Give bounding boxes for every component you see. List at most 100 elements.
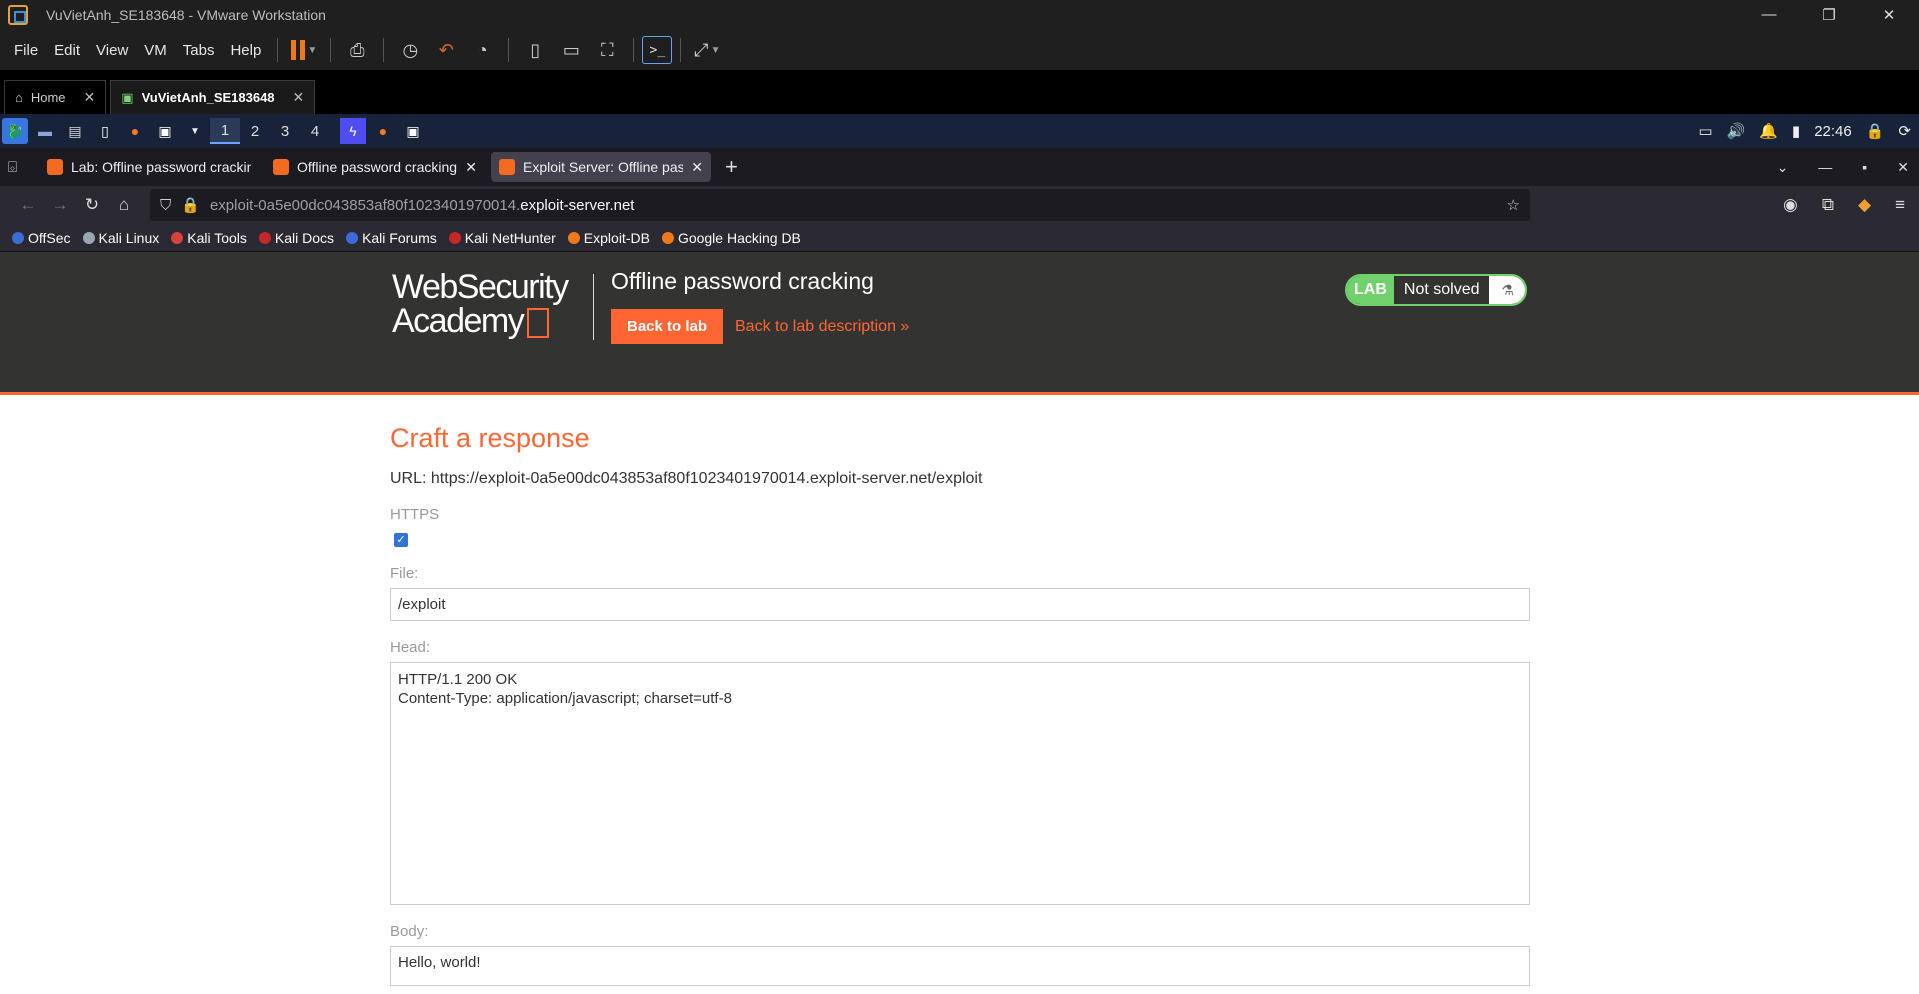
close-tab-icon[interactable]: ✕ <box>84 89 96 106</box>
browser-tab-strip: ⌺ Lab: Offline password cracking Offline… <box>0 148 1919 186</box>
browser-tab-exploit-server[interactable]: Exploit Server: Offline password crackin… <box>491 152 712 182</box>
bookmark-kali-docs[interactable]: Kali Docs <box>258 229 335 246</box>
show-desktop-icon[interactable]: ▬ <box>32 118 58 144</box>
bookmark-exploit-db[interactable]: Exploit-DB <box>567 229 650 246</box>
lab-status-text: Not solved <box>1403 281 1480 298</box>
tab-title: Lab: Offline password cracking <box>71 159 252 175</box>
menu-vm[interactable]: VM <box>136 42 175 59</box>
revert-snapshot-icon[interactable]: ↶ <box>428 35 464 65</box>
head-textarea[interactable]: HTTP/1.1 200 OK Content-Type: applicatio… <box>390 662 1530 905</box>
firefox-icon[interactable]: ● <box>122 118 148 144</box>
back-to-lab-button[interactable]: Back to lab <box>611 309 724 344</box>
reload-icon[interactable]: ↻ <box>76 195 108 215</box>
burp-suite-icon[interactable]: ϟ <box>340 118 366 144</box>
thumbnail-bar-icon[interactable]: ▭ <box>553 35 589 65</box>
exploit-db-icon <box>567 231 580 244</box>
kali-forums-icon <box>346 231 359 244</box>
snapshot-manager-icon[interactable]: ◔ <box>464 35 500 65</box>
bookmark-kali-tools[interactable]: Kali Tools <box>171 230 247 246</box>
bookmark-star-icon[interactable]: ☆ <box>1507 196 1520 214</box>
vm-tab-label: Home <box>30 90 66 105</box>
workspace-2[interactable]: 2 <box>240 123 270 140</box>
minimize-icon[interactable]: — <box>1739 6 1799 24</box>
chevron-down-icon[interactable]: ▼ <box>182 118 208 144</box>
terminal-task-icon[interactable]: ▣ <box>400 118 426 144</box>
vm-tab-machine[interactable]: ▣ VuVietAnh_SE183648 ✕ <box>110 80 316 114</box>
shield-icon[interactable]: ⛉ <box>160 197 171 214</box>
back-to-lab-description-link[interactable]: Back to lab description » <box>735 318 909 336</box>
firefox-task-icon[interactable]: ● <box>370 118 396 144</box>
send-ctrl-alt-del-icon[interactable]: ⎙ <box>339 35 375 65</box>
lock-icon[interactable]: 🔒 <box>1866 122 1885 140</box>
home-icon[interactable]: ⌂ <box>108 195 140 215</box>
menu-help[interactable]: Help <box>222 42 269 59</box>
bookmark-kali-linux[interactable]: Kali Linux <box>82 230 159 246</box>
console-view-icon[interactable]: >_ <box>642 36 673 64</box>
display-icon[interactable]: ▭ <box>1698 122 1712 140</box>
restore-icon[interactable]: ❐ <box>1799 6 1859 24</box>
body-textarea[interactable]: Hello, world! <box>390 946 1530 986</box>
account-icon[interactable]: ◉ <box>1783 195 1798 215</box>
bookmark-kali-forums[interactable]: Kali Forums <box>346 230 437 246</box>
volume-icon[interactable]: 🔊 <box>1727 122 1746 140</box>
battery-icon[interactable]: ▮ <box>1792 122 1800 140</box>
workspace-4[interactable]: 4 <box>300 123 330 140</box>
notification-bell-icon[interactable]: 🔔 <box>1759 122 1778 140</box>
kali-panel: 🐉 ▬ ▤ ▯ ● ▣ ▼ 1 2 3 4 ϟ ● ▣ ▭ 🔊 🔔 ▮ 22:4… <box>0 114 1919 148</box>
browser-tab-description[interactable]: Offline password cracking ✕ <box>265 152 485 182</box>
terminal-icon[interactable]: ▣ <box>152 118 178 144</box>
window-title: VuVietAnh_SE183648 - VMware Workstation <box>46 7 326 23</box>
snapshot-icon[interactable]: ◷ <box>392 35 428 65</box>
close-tab-icon[interactable]: ✕ <box>465 159 477 176</box>
menu-tabs[interactable]: Tabs <box>175 42 223 59</box>
bookmark-label: Kali Docs <box>274 229 335 246</box>
bookmark-kali-nethunter[interactable]: Kali NetHunter <box>448 230 556 246</box>
bookmark-google-hacking-db[interactable]: Google Hacking DB <box>661 230 801 246</box>
tab-overview-icon[interactable]: ⌺ <box>8 159 17 176</box>
minimize-icon[interactable]: — <box>1818 159 1832 176</box>
menu-view[interactable]: View <box>88 42 136 59</box>
back-icon[interactable]: ← <box>12 195 44 215</box>
list-all-tabs-icon[interactable]: ⌄ <box>1777 159 1789 176</box>
close-tab-icon[interactable]: ✕ <box>691 159 703 176</box>
portswigger-favicon-icon <box>47 159 64 175</box>
burp-extension-icon[interactable]: ◆ <box>1858 195 1871 215</box>
web-security-academy-logo[interactable]: WebSecurity Academy <box>392 270 569 340</box>
file-input[interactable]: /exploit <box>390 588 1530 621</box>
logo-line-2: Academy <box>392 302 525 340</box>
stretch-guest-icon[interactable]: ⤢ ▼ <box>689 35 725 65</box>
pause-vm-button[interactable]: ▼ <box>286 35 322 65</box>
lab-status-widget: LAB Not solved ⚗ <box>1345 274 1528 306</box>
bookmark-label: Exploit-DB <box>583 229 650 246</box>
browser-tab-lab[interactable]: Lab: Offline password cracking <box>39 152 259 182</box>
close-tab-icon[interactable]: ✕ <box>293 89 305 106</box>
close-icon[interactable]: ✕ <box>1859 6 1919 24</box>
close-icon[interactable]: ✕ <box>1897 159 1909 176</box>
menu-edit[interactable]: Edit <box>46 42 88 59</box>
url-bar[interactable]: ⛉ 🔒 exploit-0a5e00dc043853af80f102340197… <box>150 189 1530 221</box>
forward-icon[interactable]: → <box>44 195 76 215</box>
file-label: File: <box>390 565 419 582</box>
vm-tab-home[interactable]: ⌂ Home ✕ <box>4 80 107 114</box>
menu-icon[interactable]: ≡ <box>1895 195 1905 215</box>
workspace-3[interactable]: 3 <box>270 123 300 140</box>
extensions-icon[interactable]: ⧉ <box>1822 195 1834 215</box>
new-tab-icon[interactable]: + <box>725 154 738 180</box>
menu-file[interactable]: File <box>6 42 46 59</box>
toolbar-divider <box>508 38 510 62</box>
fullscreen-icon[interactable]: ⛶ <box>589 35 625 65</box>
text-editor-icon[interactable]: ▯ <box>92 118 118 144</box>
file-manager-icon[interactable]: ▤ <box>62 118 88 144</box>
exploit-form: Craft a response URL: https://exploit-0a… <box>0 423 1530 986</box>
power-icon[interactable]: ⟳ <box>1898 122 1911 140</box>
https-checkbox[interactable]: ✓ <box>394 533 408 547</box>
toolbar-divider <box>330 38 332 62</box>
clock[interactable]: 22:46 <box>1814 123 1852 140</box>
lightning-bolt-icon <box>527 308 550 339</box>
maximize-icon[interactable]: ▪ <box>1862 159 1867 176</box>
sidebar-toggle-icon[interactable]: ▯ <box>517 35 553 65</box>
bookmark-offsec[interactable]: OffSec <box>12 230 71 246</box>
workspace-1[interactable]: 1 <box>210 118 240 144</box>
kali-menu-icon[interactable]: 🐉 <box>2 118 28 144</box>
padlock-icon[interactable]: 🔒 <box>181 196 200 214</box>
